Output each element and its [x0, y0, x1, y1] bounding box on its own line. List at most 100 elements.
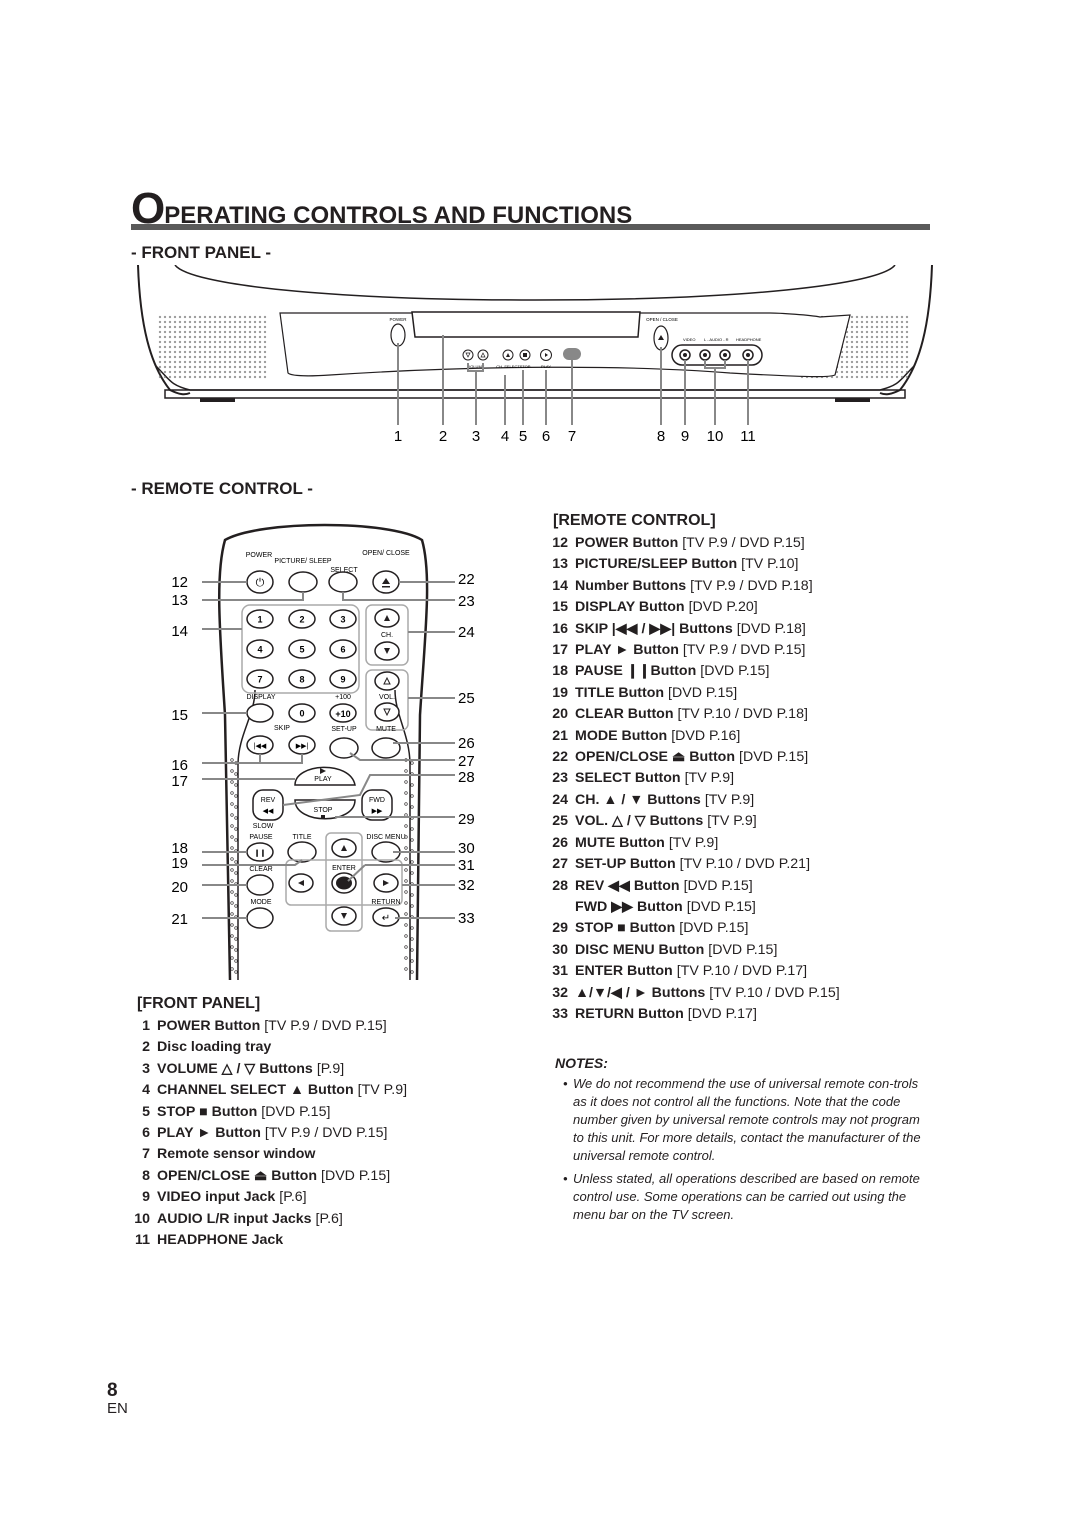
grille-hole — [193, 320, 197, 324]
grille-hole — [213, 345, 217, 349]
grille-hole — [900, 370, 904, 374]
grille-hole — [203, 325, 207, 329]
volume-down-button[interactable] — [462, 349, 474, 361]
item-label: REV ◀◀ Button — [575, 877, 680, 894]
grille-hole — [253, 325, 257, 329]
callout-number: 6 — [542, 428, 550, 445]
item-page-ref: [TV P.9] — [668, 834, 719, 851]
callout-number: 24 — [458, 624, 475, 641]
note-item: • We do not recommend the use of universa… — [563, 1075, 933, 1165]
grille-hole — [213, 360, 217, 364]
fwd-button[interactable] — [361, 789, 393, 821]
grille-hole — [233, 360, 237, 364]
grille-hole — [188, 325, 192, 329]
grille-hole — [223, 375, 227, 379]
grille-hole — [243, 360, 247, 364]
select-button[interactable] — [328, 571, 358, 593]
clear-label: CLEAR — [249, 866, 272, 873]
picture-sleep-button[interactable] — [288, 571, 318, 593]
grille-hole — [895, 325, 899, 329]
grille-hole — [880, 330, 884, 334]
list-item: 29 STOP ■ Button [DVD P.15] — [548, 918, 840, 939]
grille-hole — [218, 360, 222, 364]
mode-button[interactable] — [246, 907, 274, 929]
vol-up-button[interactable] — [374, 671, 400, 691]
item-label: PICTURE/SLEEP Button — [575, 556, 738, 573]
grille-hole — [218, 330, 222, 334]
grille-hole — [208, 315, 212, 319]
grille-hole — [855, 350, 859, 354]
grille-hole — [208, 350, 212, 354]
notes-list: • We do not recommend the use of universa… — [563, 1075, 933, 1229]
grille-hole — [178, 315, 182, 319]
number-label: 7 — [257, 675, 262, 685]
grille-hole — [178, 375, 182, 379]
grille-hole — [900, 355, 904, 359]
list-item: 5 STOP ■ Button [DVD P.15] — [131, 1102, 407, 1123]
volume-up-button[interactable] — [477, 349, 489, 361]
grille-hole — [203, 340, 207, 344]
grille-hole — [850, 325, 854, 329]
grille-hole — [835, 375, 839, 379]
grille-hole — [900, 375, 904, 379]
grille-hole — [213, 370, 217, 374]
grille-hole — [213, 355, 217, 359]
vol-down-button[interactable] — [374, 702, 400, 722]
return-icon: ↵ — [382, 913, 390, 924]
grille-hole — [168, 355, 172, 359]
grille-hole — [870, 340, 874, 344]
grille-hole — [850, 365, 854, 369]
display-label: DISPLAY — [246, 694, 275, 701]
item-number: 15 — [552, 599, 568, 616]
item-number: 19 — [552, 684, 568, 701]
grille-hole — [243, 350, 247, 354]
grille-hole — [163, 360, 167, 364]
list-item: 1 POWER Button [TV P.9 / DVD P.15] — [131, 1016, 407, 1037]
grille-hole — [188, 355, 192, 359]
grille-hole — [238, 320, 242, 324]
item-number: 29 — [552, 920, 568, 937]
grille-hole — [855, 325, 859, 329]
grille-hole — [253, 335, 257, 339]
grille-hole — [178, 320, 182, 324]
grille-hole — [850, 320, 854, 324]
item-number: 28 — [552, 877, 568, 894]
callout-number: 3 — [472, 428, 480, 445]
callout-number: 33 — [458, 910, 475, 927]
grille-hole — [870, 350, 874, 354]
grille-hole — [238, 325, 242, 329]
grille-hole — [213, 340, 217, 344]
grille-hole — [163, 345, 167, 349]
title-button[interactable] — [287, 841, 317, 863]
clear-button[interactable] — [246, 874, 274, 896]
grille-hole — [218, 315, 222, 319]
disc-tray[interactable] — [411, 311, 641, 338]
display-button[interactable] — [246, 703, 274, 723]
grille-hole — [193, 325, 197, 329]
grille-hole — [253, 365, 257, 369]
grille-hole — [885, 345, 889, 349]
grille-hole — [228, 330, 232, 334]
grille-hole — [880, 340, 884, 344]
grille-hole — [905, 355, 909, 359]
grille-hole — [208, 340, 212, 344]
list-item: 17 PLAY ► Button [TV P.9 / DVD P.15] — [548, 640, 840, 661]
grille-hole — [203, 355, 207, 359]
grille-hole — [865, 365, 869, 369]
grille-hole — [900, 350, 904, 354]
item-page-ref: [TV P.9] — [704, 791, 755, 808]
skip-label: SKIP — [274, 725, 290, 732]
remote-control-diagram: POWER ⏻ PICTURE/ SLEEP SELECT OPEN/ CLOS… — [171, 523, 475, 980]
list-item: 9 VIDEO input Jack [P.6] — [131, 1187, 407, 1208]
power-button[interactable] — [390, 323, 406, 347]
grille-hole — [845, 340, 849, 344]
grille-hole — [188, 315, 192, 319]
rev-button[interactable] — [252, 789, 284, 821]
jack-center — [746, 353, 750, 357]
grille-hole — [213, 375, 217, 379]
mute-button[interactable] — [371, 737, 401, 759]
grille-hole — [168, 340, 172, 344]
grille-hole — [238, 340, 242, 344]
grille-hole — [870, 345, 874, 349]
grille-hole — [263, 335, 267, 339]
